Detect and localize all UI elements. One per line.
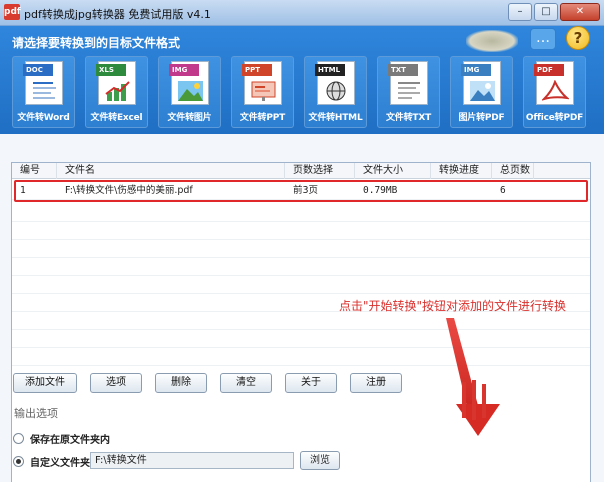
options-button[interactable]: 选项 [90,373,142,393]
tool-label: 图片转PDF [458,113,505,123]
txt-icon: TXT [388,61,428,105]
column-header-pages[interactable]: 页数选择 [285,163,355,179]
save-in-source-option[interactable]: 保存在原文件夹内 [13,431,110,446]
table-row-empty [12,312,590,330]
excel-chart-icon: XLS [96,61,136,105]
about-button[interactable]: 关于 [285,373,337,393]
ppt-icon: PPT [242,61,282,105]
tool-label: 文件转图片 [167,113,212,123]
tool-badge: PDF [534,64,564,76]
tool-file-to-image[interactable]: IMG 文件转图片 [158,56,221,128]
custom-folder-option[interactable]: 自定义文件夹 [13,454,90,469]
tool-badge: IMG [169,64,199,76]
minimize-button[interactable]: – [508,3,532,21]
tool-badge: IMG [461,64,491,76]
add-file-button[interactable]: 添加文件 [13,373,77,393]
pdf-acrobat-icon: PDF [534,61,574,105]
save-in-source-radio[interactable] [13,433,24,444]
register-button[interactable]: 注册 [350,373,402,393]
app-icon: pdf [4,4,21,20]
tool-label: 文件转Word [17,113,70,123]
image-icon: IMG [169,61,209,105]
column-header-id[interactable]: 编号 [12,163,57,179]
logo-image [466,30,518,52]
table-row-empty [12,348,590,366]
table-header: 编号 文件名 页数选择 文件大小 转换进度 总页数 [12,163,590,179]
html-globe-icon: HTML [315,61,355,105]
clear-button[interactable]: 清空 [220,373,272,393]
delete-button[interactable]: 删除 [155,373,207,393]
column-header-progress[interactable]: 转换进度 [431,163,492,179]
tool-badge: DOC [23,64,53,76]
tool-label: 文件转PPT [239,113,286,123]
output-path-field[interactable]: F:\转换文件 [90,452,294,469]
table-row-empty [12,330,590,348]
header-title: 请选择要转换到的目标文件格式 [12,36,181,50]
tool-badge: HTML [315,64,345,76]
tool-file-to-txt[interactable]: TXT 文件转TXT [377,56,440,128]
tool-label: 文件转Excel [90,113,143,123]
tool-badge: PPT [242,64,272,76]
window-controls: – □ ✕ [508,3,600,21]
image-to-pdf-icon: IMG [461,61,501,105]
app-window: pdf pdf转换成jpg转换器 免费试用版 v4.1 – □ ✕ 请选择要转换… [0,0,604,482]
tool-office-to-pdf[interactable]: PDF Office转PDF [523,56,586,128]
maximize-button[interactable]: □ [534,3,558,21]
tool-badge: TXT [388,64,418,76]
custom-folder-label: 自定义文件夹 [30,458,90,469]
tool-file-to-excel[interactable]: XLS 文件转Excel [85,56,148,128]
help-icon[interactable]: ? [566,26,590,50]
tool-file-to-word[interactable]: DOC 文件转Word [12,56,75,128]
save-in-source-label: 保存在原文件夹内 [30,435,110,446]
table-row-empty [12,240,590,258]
output-options-label: 输出选项 [14,407,58,420]
column-header-total[interactable]: 总页数 [492,163,534,179]
main-panel: 编号 文件名 页数选择 文件大小 转换进度 总页数 1 F:\转换文件\伤感中的… [0,134,604,482]
conversion-toolbar: DOC 文件转Word XLS 文件转Excel IMG 文件转图片 PPT 文… [12,56,586,128]
table-row-empty [12,222,590,240]
custom-folder-radio[interactable] [13,456,24,467]
tool-image-to-pdf[interactable]: IMG 图片转PDF [450,56,513,128]
word-doc-icon: DOC [23,61,63,105]
column-header-file[interactable]: 文件名 [57,163,285,179]
title-bar: pdf pdf转换成jpg转换器 免费试用版 v4.1 – □ ✕ [0,0,604,26]
tool-label: Office转PDF [525,113,584,123]
window-title: pdf转换成jpg转换器 免费试用版 v4.1 [24,8,211,21]
action-buttons: 添加文件 选项 删除 清空 关于 注册 [13,373,402,393]
table-row-empty [12,276,590,294]
chat-icon[interactable]: … [530,28,556,50]
column-header-size[interactable]: 文件大小 [355,163,431,179]
row-highlight-annotation [14,180,588,202]
format-header: 请选择要转换到的目标文件格式 … ? DOC 文件转Word XLS 文件转Ex… [0,26,604,134]
close-button[interactable]: ✕ [560,3,600,21]
tool-label: 文件转HTML [308,113,363,123]
tool-file-to-ppt[interactable]: PPT 文件转PPT [231,56,294,128]
tool-label: 文件转TXT [385,113,432,123]
table-row-empty [12,258,590,276]
table-row-empty [12,204,590,222]
tool-file-to-html[interactable]: HTML 文件转HTML [304,56,367,128]
tool-badge: XLS [96,64,126,76]
hint-text: 点击"开始转换"按钮对添加的文件进行转换 [339,299,567,313]
browse-button[interactable]: 浏览 [300,451,340,470]
